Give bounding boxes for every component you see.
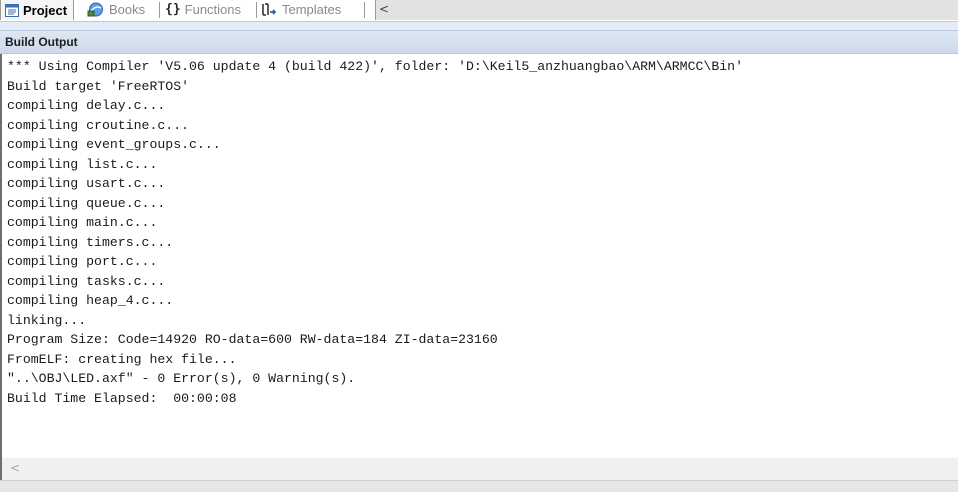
tab-divider [364, 2, 365, 18]
tab-functions[interactable]: {} Functions [165, 0, 241, 19]
output-line: FromELF: creating hex file... [7, 351, 237, 367]
output-line: compiling heap_4.c... [7, 293, 174, 308]
chevron-left-icon: < [379, 2, 390, 16]
tab-label: Templates [282, 2, 342, 17]
horizontal-scrollbar[interactable]: < [0, 458, 958, 480]
output-line: compiling queue.c... [7, 195, 166, 211]
output-line: compiling tasks.c... [7, 273, 166, 289]
output-line: compiling main.c... [7, 215, 158, 230]
output-line: *** Using Compiler 'V5.06 update 4 (buil… [7, 59, 743, 74]
output-line: "..\OBJ\LED.axf" - 0 Error(s), 0 Warning… [7, 371, 356, 386]
tab-divider [256, 2, 257, 18]
panel-separator-band [0, 22, 958, 30]
output-line: Program Size: Code=14920 RO-data=600 RW-… [7, 332, 498, 347]
output-line: compiling event_groups.c... [7, 137, 221, 152]
output-line: compiling port.c... [7, 254, 158, 269]
tab-books[interactable]: Books [87, 0, 145, 19]
panel-header: Build Output [0, 30, 958, 54]
tab-label: Project [23, 2, 68, 18]
tab-divider [159, 2, 160, 18]
templates-icon [262, 2, 278, 17]
output-line: compiling list.c... [7, 156, 158, 172]
output-line: Build target 'FreeRTOS' [7, 78, 190, 94]
output-line: compiling croutine.c... [7, 117, 190, 133]
project-icon [5, 3, 19, 17]
output-line: compiling timers.c... [7, 234, 174, 250]
books-icon [87, 2, 105, 17]
tab-label: Books [109, 2, 146, 17]
build-output-area[interactable]: *** Using Compiler 'V5.06 update 4 (buil… [0, 54, 958, 458]
output-line: linking... [7, 312, 87, 328]
output-line: compiling delay.c... [7, 98, 166, 113]
status-strip [0, 480, 958, 492]
output-line: compiling usart.c... [7, 176, 166, 191]
tab-templates[interactable]: Templates [262, 0, 341, 19]
tab-label: Functions [184, 2, 242, 17]
functions-icon: {} [165, 2, 181, 17]
tab-project[interactable]: Project [0, 0, 75, 20]
scroll-left-arrow-icon[interactable]: < [10, 461, 20, 475]
output-line: Build Time Elapsed: 00:00:08 [7, 390, 237, 406]
tab-scroll-left-button[interactable]: < [375, 0, 958, 20]
panel-tab-strip: Project Books {} Functions Templates < [0, 0, 958, 22]
panel-title: Build Output [5, 35, 78, 49]
build-output-text: *** Using Compiler 'V5.06 update 4 (buil… [7, 57, 743, 408]
